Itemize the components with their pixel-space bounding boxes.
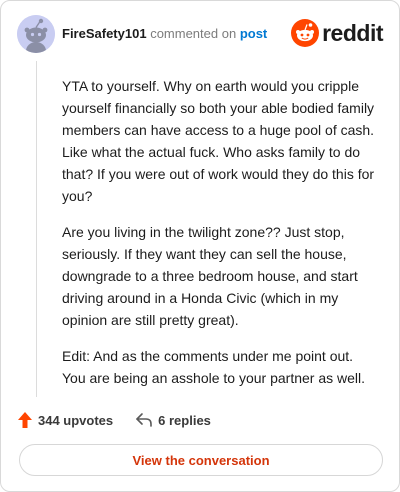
username-link[interactable]: FireSafety101 bbox=[62, 26, 147, 41]
upvote-arrow-icon bbox=[18, 412, 32, 428]
comment-paragraph: YTA to yourself. Why on earth would you … bbox=[62, 78, 375, 204]
reddit-wordmark: reddit bbox=[322, 19, 383, 46]
reddit-logo-icon bbox=[291, 19, 320, 47]
comment-paragraph: Are you living in the twilight zone?? Ju… bbox=[62, 224, 358, 328]
comment-paragraph: Edit: And as the comments under me point… bbox=[62, 348, 366, 386]
view-conversation-button[interactable]: View the conversation bbox=[19, 444, 383, 476]
snoo-avatar-icon[interactable] bbox=[17, 15, 55, 53]
reply-arrow-icon bbox=[136, 413, 152, 427]
post-link[interactable]: post bbox=[240, 26, 267, 41]
upvote-button[interactable]: 344 upvotes bbox=[17, 411, 113, 429]
reddit-logo[interactable]: reddit bbox=[291, 17, 383, 49]
byline-action: commented on bbox=[150, 26, 237, 41]
comment-header: FireSafety101 commented on post reddit bbox=[17, 15, 383, 53]
comment-footer: 344 upvotes 6 replies bbox=[17, 409, 211, 431]
thread-line[interactable] bbox=[36, 61, 37, 397]
upvote-count: 344 upvotes bbox=[38, 412, 114, 428]
replies-count: 6 replies bbox=[158, 412, 211, 428]
comment-body: YTA to yourself. Why on earth would you … bbox=[62, 75, 378, 403]
byline: FireSafety101 commented on post bbox=[62, 26, 267, 41]
replies-button[interactable]: 6 replies bbox=[135, 412, 211, 428]
comment-card: FireSafety101 commented on post reddit Y… bbox=[0, 0, 400, 492]
